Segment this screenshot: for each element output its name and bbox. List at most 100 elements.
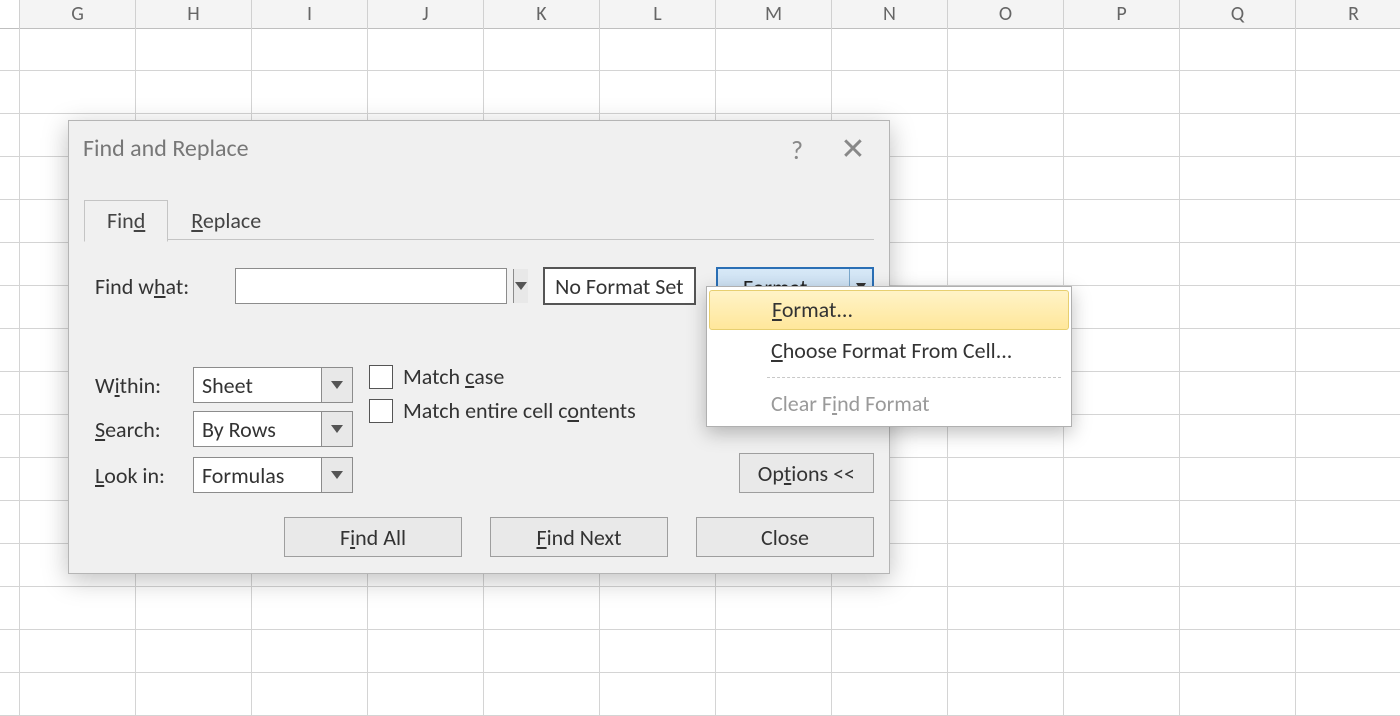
cell[interactable] bbox=[1296, 372, 1400, 414]
cell[interactable] bbox=[716, 71, 832, 113]
cell[interactable] bbox=[832, 587, 948, 629]
cell[interactable] bbox=[136, 71, 252, 113]
cell[interactable] bbox=[484, 28, 600, 70]
cell[interactable] bbox=[368, 71, 484, 113]
cell[interactable] bbox=[1180, 630, 1296, 672]
cell[interactable] bbox=[1296, 286, 1400, 328]
cell[interactable] bbox=[832, 28, 948, 70]
column-header[interactable]: P bbox=[1064, 0, 1180, 29]
cell[interactable] bbox=[1064, 28, 1180, 70]
cell[interactable] bbox=[1064, 71, 1180, 113]
cell[interactable] bbox=[1064, 200, 1180, 242]
cell[interactable] bbox=[948, 630, 1064, 672]
cell[interactable] bbox=[832, 71, 948, 113]
cell[interactable] bbox=[716, 673, 832, 715]
search-dropdown[interactable] bbox=[321, 412, 352, 446]
within-combo[interactable]: Sheet bbox=[193, 367, 353, 403]
cell[interactable] bbox=[1180, 200, 1296, 242]
tab-find[interactable]: Find bbox=[84, 200, 168, 242]
cell[interactable] bbox=[252, 630, 368, 672]
cell[interactable] bbox=[1180, 587, 1296, 629]
cell[interactable] bbox=[1180, 329, 1296, 371]
cell[interactable] bbox=[136, 673, 252, 715]
cell[interactable] bbox=[1296, 114, 1400, 156]
cell[interactable] bbox=[948, 114, 1064, 156]
cell[interactable] bbox=[1296, 157, 1400, 199]
cell[interactable] bbox=[484, 673, 600, 715]
cell[interactable] bbox=[1180, 372, 1296, 414]
cell[interactable] bbox=[1064, 458, 1180, 500]
cell[interactable] bbox=[1064, 415, 1180, 457]
cell[interactable] bbox=[252, 587, 368, 629]
cell[interactable] bbox=[1180, 544, 1296, 586]
cell[interactable] bbox=[136, 28, 252, 70]
cell[interactable] bbox=[600, 673, 716, 715]
cell[interactable] bbox=[20, 587, 136, 629]
cell[interactable] bbox=[484, 71, 600, 113]
find-what-dropdown[interactable] bbox=[513, 269, 528, 303]
cell[interactable] bbox=[136, 587, 252, 629]
cell[interactable] bbox=[136, 630, 252, 672]
find-what-field[interactable] bbox=[236, 269, 513, 303]
grid-row[interactable] bbox=[0, 673, 1400, 716]
grid-row[interactable] bbox=[0, 587, 1400, 630]
cell[interactable] bbox=[600, 630, 716, 672]
cell[interactable] bbox=[832, 673, 948, 715]
cell[interactable] bbox=[1064, 544, 1180, 586]
cell[interactable] bbox=[1296, 673, 1400, 715]
cell[interactable] bbox=[1180, 501, 1296, 543]
cell[interactable] bbox=[1064, 114, 1180, 156]
cell[interactable] bbox=[948, 544, 1064, 586]
cell[interactable] bbox=[1180, 286, 1296, 328]
cell[interactable] bbox=[20, 71, 136, 113]
cell[interactable] bbox=[948, 243, 1064, 285]
cell[interactable] bbox=[1064, 286, 1180, 328]
cell[interactable] bbox=[716, 587, 832, 629]
cell[interactable] bbox=[252, 673, 368, 715]
grid-row[interactable] bbox=[0, 630, 1400, 673]
cell[interactable] bbox=[600, 71, 716, 113]
cell[interactable] bbox=[948, 200, 1064, 242]
column-header[interactable]: M bbox=[716, 0, 832, 29]
column-header[interactable]: N bbox=[832, 0, 948, 29]
cell[interactable] bbox=[1064, 372, 1180, 414]
column-header[interactable]: I bbox=[252, 0, 368, 29]
cell[interactable] bbox=[1296, 630, 1400, 672]
cell[interactable] bbox=[716, 28, 832, 70]
cell[interactable] bbox=[1296, 587, 1400, 629]
cell[interactable] bbox=[1180, 28, 1296, 70]
cell[interactable] bbox=[1180, 71, 1296, 113]
cell[interactable] bbox=[948, 673, 1064, 715]
cell[interactable] bbox=[1064, 157, 1180, 199]
column-header[interactable]: H bbox=[136, 0, 252, 29]
cell[interactable] bbox=[368, 673, 484, 715]
cell[interactable] bbox=[1296, 544, 1400, 586]
cell[interactable] bbox=[600, 28, 716, 70]
cell[interactable] bbox=[1064, 329, 1180, 371]
cell[interactable] bbox=[1296, 243, 1400, 285]
tab-replace[interactable]: Replace bbox=[168, 200, 284, 241]
cell[interactable] bbox=[948, 458, 1064, 500]
grid-row[interactable] bbox=[0, 71, 1400, 114]
cell[interactable] bbox=[368, 28, 484, 70]
cell[interactable] bbox=[1296, 458, 1400, 500]
column-header[interactable]: O bbox=[948, 0, 1064, 29]
cell[interactable] bbox=[1296, 501, 1400, 543]
cell[interactable] bbox=[252, 71, 368, 113]
cell[interactable] bbox=[1296, 28, 1400, 70]
cell[interactable] bbox=[1180, 458, 1296, 500]
cell[interactable] bbox=[1064, 501, 1180, 543]
find-what-input[interactable] bbox=[235, 268, 507, 304]
cell[interactable] bbox=[1064, 243, 1180, 285]
find-next-button[interactable]: Find Next bbox=[490, 517, 668, 557]
cell[interactable] bbox=[1296, 329, 1400, 371]
cell[interactable] bbox=[368, 587, 484, 629]
cell[interactable] bbox=[20, 28, 136, 70]
cell[interactable] bbox=[20, 673, 136, 715]
cell[interactable] bbox=[1180, 243, 1296, 285]
options-button[interactable]: Options << bbox=[739, 453, 874, 493]
cell[interactable] bbox=[716, 630, 832, 672]
grid-row[interactable] bbox=[0, 28, 1400, 71]
cell[interactable] bbox=[484, 587, 600, 629]
cell[interactable] bbox=[1296, 415, 1400, 457]
